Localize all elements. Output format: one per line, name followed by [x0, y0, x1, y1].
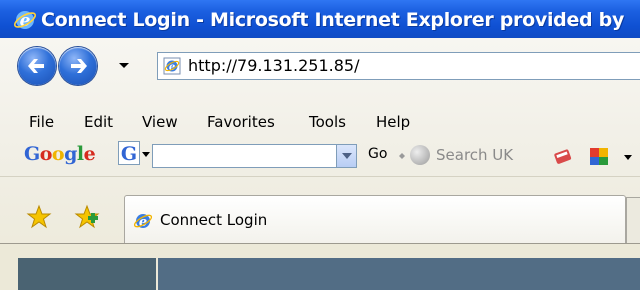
new-tab-button[interactable] [626, 197, 640, 243]
go-button[interactable]: Go [368, 146, 387, 162]
content-main-panel [158, 258, 640, 290]
menu-view[interactable]: View [142, 113, 178, 131]
google-g-icon: G [118, 141, 140, 165]
address-field[interactable]: e http://79.131.251.85/ [157, 52, 640, 80]
history-dropdown-icon[interactable] [116, 57, 132, 73]
menu-file[interactable]: File [29, 113, 54, 131]
content-sidebar [18, 258, 156, 290]
add-to-favorites-icon[interactable] [74, 204, 100, 230]
favorites-star-icon[interactable] [26, 204, 52, 230]
google-toolbar: Google G Go Search UK [0, 136, 640, 177]
navigation-bar: e http://79.131.251.85/ [0, 38, 640, 106]
google-search-input[interactable] [152, 144, 336, 168]
page-content [0, 243, 640, 290]
google-g-button[interactable]: G [116, 141, 152, 167]
browser-chrome: e http://79.131.251.85/ File Edit View F… [0, 38, 640, 290]
toolbar-separator-icon [399, 153, 405, 159]
back-button[interactable] [18, 47, 56, 85]
page-ie-icon: e [163, 57, 181, 75]
back-arrow-icon [28, 59, 44, 73]
menu-favorites[interactable]: Favorites [207, 113, 275, 131]
menu-tools[interactable]: Tools [309, 113, 346, 131]
tab-ie-icon: e [133, 214, 153, 230]
menu-bar: File Edit View Favorites Tools Help [0, 106, 640, 136]
forward-button[interactable] [59, 47, 97, 85]
search-uk-icon [410, 145, 430, 165]
google-logo[interactable]: Google [24, 143, 96, 165]
tab-connect-login[interactable]: e Connect Login [124, 195, 626, 243]
search-history-dropdown[interactable] [336, 144, 357, 168]
extensions-dropdown-icon[interactable] [624, 155, 632, 160]
menu-help[interactable]: Help [376, 113, 410, 131]
options-icon[interactable] [588, 145, 610, 167]
tab-bar: e Connect Login [0, 177, 640, 243]
tab-label: Connect Login [160, 211, 268, 229]
chevron-down-icon [142, 152, 150, 157]
search-uk-button[interactable]: Search UK [410, 145, 540, 167]
menu-edit[interactable]: Edit [84, 113, 113, 131]
address-url[interactable]: http://79.131.251.85/ [188, 56, 359, 75]
window-title-bar[interactable]: e Connect Login - Microsoft Internet Exp… [0, 0, 640, 38]
window-title: Connect Login - Microsoft Internet Explo… [41, 9, 625, 31]
ie-logo-icon: e [13, 11, 37, 31]
bookmark-icon[interactable] [552, 145, 574, 167]
forward-arrow-icon [71, 59, 87, 73]
search-uk-label: Search UK [436, 146, 514, 164]
